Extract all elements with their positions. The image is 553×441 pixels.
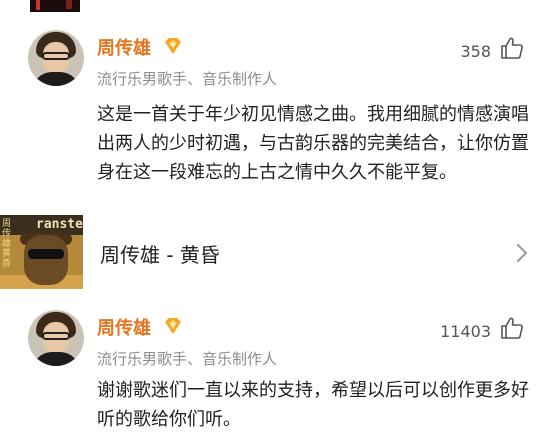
like-count: 358 <box>460 42 491 61</box>
comment-item: 周传雄 流行乐男歌手、音乐制作人 11403 谢谢歌迷们一直以来的支持，希望以后… <box>0 300 553 441</box>
vip-badge-icon <box>165 318 181 334</box>
vip-badge-icon <box>165 38 181 54</box>
comment-item: 周传雄 流行乐男歌手、音乐制作人 358 这是一首关于年少初见情感之曲。我用细腻… <box>0 20 553 290</box>
author-subtitle: 流行乐男歌手、音乐制作人 <box>97 350 278 368</box>
avatar[interactable] <box>28 310 84 366</box>
song-title: 周传雄 - 黄昏 <box>100 243 220 267</box>
thumbs-up-icon[interactable] <box>500 316 524 340</box>
thumbs-up-icon[interactable] <box>500 36 524 60</box>
previous-item-thumbnail <box>30 0 80 12</box>
chevron-right-icon <box>517 244 528 262</box>
album-cover-title: ranste <box>36 217 83 232</box>
music-card[interactable]: ranste 周传雄黄昏 周传雄 - 黄昏 <box>0 215 553 289</box>
comment-text: 这是一首关于年少初见情感之曲。我用细腻的情感演唱出两人的少时初遇，与古韵乐器的完… <box>97 104 529 183</box>
author-name[interactable]: 周传雄 <box>97 314 151 340</box>
previous-item-sliver <box>0 0 553 14</box>
album-cover-side-text: 周传雄黄昏 <box>2 219 12 269</box>
album-cover: ranste 周传雄黄昏 <box>0 215 83 289</box>
comment-text: 谢谢歌迷们一直以来的支持，希望以后可以创作更多好听的歌给你们听。 <box>97 380 529 430</box>
like-count: 11403 <box>440 322 491 341</box>
avatar[interactable] <box>28 30 84 86</box>
author-name[interactable]: 周传雄 <box>97 34 151 60</box>
author-subtitle: 流行乐男歌手、音乐制作人 <box>97 70 278 88</box>
